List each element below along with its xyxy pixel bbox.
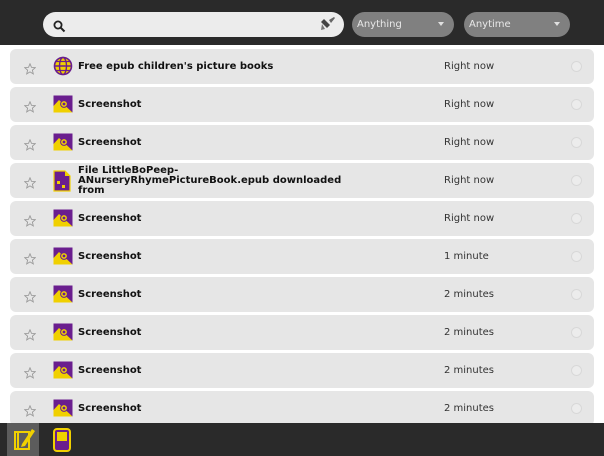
document-icon[interactable] — [53, 170, 71, 196]
entry-title[interactable]: Free epub children's picture books — [78, 49, 368, 84]
entry-time: 2 minutes — [444, 327, 495, 338]
entry-title[interactable]: Screenshot — [78, 87, 368, 122]
star-icon[interactable] — [23, 250, 37, 269]
volumes-tab[interactable] — [46, 423, 78, 456]
filter-what-combo[interactable]: Anything — [352, 12, 454, 37]
journal-list: Free epub children's picture books Right … — [10, 46, 594, 426]
buddy-circle-icon — [571, 175, 582, 186]
buddy-circle-icon — [571, 403, 582, 414]
journal-entry-row[interactable]: Screenshot 2 minutes — [10, 277, 594, 312]
entry-time: Right now — [444, 61, 495, 72]
entry-title[interactable]: Screenshot — [78, 315, 368, 350]
search-icon — [53, 18, 66, 37]
buddy-circle-icon — [571, 213, 582, 224]
buddy-circle-icon — [571, 289, 582, 300]
entry-time: 2 minutes — [444, 403, 495, 414]
clear-brush-icon[interactable] — [320, 17, 336, 36]
entry-title[interactable]: Screenshot — [78, 125, 368, 160]
journal-entry-row[interactable]: File LittleBoPeep-ANurseryRhymePictureBo… — [10, 163, 594, 198]
buddy-circle-icon — [571, 251, 582, 262]
star-icon[interactable] — [23, 60, 37, 79]
journal-entry-row[interactable]: Screenshot Right now — [10, 87, 594, 122]
star-icon[interactable] — [23, 136, 37, 155]
entry-time: Right now — [444, 99, 495, 110]
star-icon[interactable] — [23, 174, 37, 193]
star-icon[interactable] — [23, 326, 37, 345]
entry-title[interactable]: Screenshot — [78, 277, 368, 312]
star-icon[interactable] — [23, 212, 37, 231]
entry-time: 1 minute — [444, 251, 489, 262]
entry-time: Right now — [444, 175, 495, 186]
journal-entry-row[interactable]: Screenshot Right now — [10, 125, 594, 160]
image-icon[interactable] — [53, 133, 73, 155]
chevron-down-icon — [554, 22, 560, 26]
bottom-toolbar — [0, 423, 604, 456]
entry-time: Right now — [444, 137, 495, 148]
buddy-circle-icon — [571, 61, 582, 72]
entry-time: 2 minutes — [444, 365, 495, 376]
journal-entry-row[interactable]: Screenshot 2 minutes — [10, 315, 594, 350]
image-icon[interactable] — [53, 361, 73, 383]
search-input[interactable] — [71, 15, 315, 36]
entry-title[interactable]: Screenshot — [78, 391, 368, 426]
search-field[interactable] — [43, 12, 344, 37]
filter-when-combo[interactable]: Anytime — [464, 12, 570, 37]
entry-time: Right now — [444, 213, 495, 224]
journal-entry-row[interactable]: Screenshot 2 minutes — [10, 391, 594, 426]
buddy-circle-icon — [571, 137, 582, 148]
entry-title[interactable]: File LittleBoPeep-ANurseryRhymePictureBo… — [78, 163, 368, 198]
image-icon[interactable] — [53, 399, 73, 421]
journal-toolbar: Anything Anytime — [0, 0, 604, 45]
entry-title[interactable]: Screenshot — [78, 239, 368, 274]
journal-entry-row[interactable]: Screenshot 2 minutes — [10, 353, 594, 388]
star-icon[interactable] — [23, 98, 37, 117]
image-icon[interactable] — [53, 285, 73, 307]
buddy-circle-icon — [571, 99, 582, 110]
image-icon[interactable] — [53, 95, 73, 117]
journal-entry-row[interactable]: Screenshot Right now — [10, 201, 594, 236]
filter-when-label: Anytime — [469, 19, 511, 30]
buddy-circle-icon — [571, 365, 582, 376]
star-icon[interactable] — [23, 364, 37, 383]
journal-entry-row[interactable]: Screenshot 1 minute — [10, 239, 594, 274]
journal-entry-row[interactable]: Free epub children's picture books Right … — [10, 49, 594, 84]
browse-globe-icon[interactable] — [53, 56, 73, 80]
image-icon[interactable] — [53, 247, 73, 269]
image-icon[interactable] — [53, 323, 73, 345]
entry-title[interactable]: Screenshot — [78, 201, 368, 236]
buddy-circle-icon — [571, 327, 582, 338]
star-icon[interactable] — [23, 288, 37, 307]
journal-tab[interactable] — [7, 423, 39, 456]
image-icon[interactable] — [53, 209, 73, 231]
filter-what-label: Anything — [357, 19, 402, 30]
chevron-down-icon — [438, 22, 444, 26]
star-icon[interactable] — [23, 402, 37, 421]
entry-title[interactable]: Screenshot — [78, 353, 368, 388]
entry-time: 2 minutes — [444, 289, 495, 300]
